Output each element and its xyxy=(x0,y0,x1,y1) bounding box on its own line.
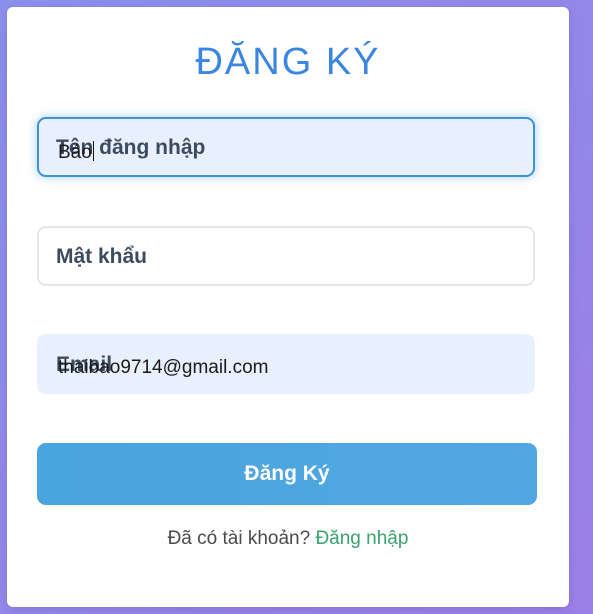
register-button[interactable]: Đăng Ký xyxy=(37,443,537,505)
login-prompt-text: Đã có tài khoản? xyxy=(167,528,311,549)
page-title: ĐĂNG KÝ xyxy=(195,41,381,83)
username-field[interactable]: Tên đăng nhập Bảo xyxy=(37,117,535,177)
username-value: Bảo xyxy=(58,141,94,164)
username-text: Bảo xyxy=(58,142,92,163)
login-prompt: Đã có tài khoản? Đăng nhập xyxy=(7,528,569,550)
register-card: ĐĂNG KÝ Tên đăng nhập Bảo Mật khẩu Email… xyxy=(7,7,569,607)
login-link[interactable]: Đăng nhập xyxy=(315,528,408,549)
text-caret xyxy=(92,141,94,161)
email-value: thaibao9714@gmail.com xyxy=(58,357,269,378)
password-field[interactable]: Mật khẩu xyxy=(37,226,535,286)
password-placeholder: Mật khẩu xyxy=(56,245,148,268)
email-field[interactable]: Email thaibao9714@gmail.com xyxy=(37,334,535,394)
